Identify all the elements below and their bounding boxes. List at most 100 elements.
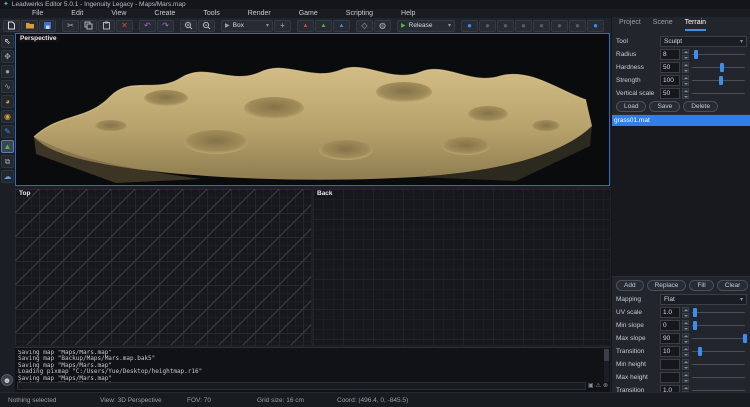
grid-toggle-button[interactable]: ◍ (374, 20, 391, 32)
uv-scale-field[interactable]: 1.0 (660, 307, 680, 318)
model-tool-button[interactable]: ◉ (1, 110, 14, 123)
redo-button[interactable]: ↷ (157, 20, 174, 32)
radius-stepper[interactable] (682, 49, 689, 60)
console-errors-icon[interactable]: ⊗ (603, 383, 608, 389)
tab-project[interactable]: Project (619, 19, 641, 31)
add-button[interactable]: Add (616, 280, 644, 291)
replace-button[interactable]: Replace (647, 280, 687, 291)
console-input[interactable] (17, 382, 586, 390)
open-map-button[interactable] (21, 20, 38, 32)
align-x-button[interactable]: ▲ (297, 20, 314, 32)
slider-thumb[interactable] (743, 334, 747, 343)
move-tool-button[interactable]: ✥ (1, 50, 14, 63)
perspective-viewport[interactable]: Perspective (15, 33, 610, 186)
scrollbar-thumb[interactable] (604, 349, 609, 361)
menu-edit[interactable]: Edit (57, 10, 97, 17)
menu-game[interactable]: Game (285, 10, 332, 17)
snap-toggle-button[interactable]: ◇ (356, 20, 373, 32)
select-tool-button[interactable]: ⇖ (1, 35, 14, 48)
strength-field[interactable]: 100 (660, 75, 680, 86)
clear-button[interactable]: Clear (717, 280, 749, 291)
render-mode-2-button[interactable]: ● (479, 20, 496, 32)
strength-slider[interactable] (691, 75, 747, 86)
fill-button[interactable]: Fill (689, 280, 713, 291)
min-slope-field[interactable]: 0 (660, 320, 680, 331)
terrain-tool-button[interactable]: ▲ (1, 140, 14, 153)
menu-render[interactable]: Render (234, 10, 285, 17)
render-mode-8-button[interactable]: ● (587, 20, 604, 32)
vertical-scale-field[interactable]: 50 (660, 88, 680, 99)
copy-button[interactable] (80, 20, 97, 32)
menu-create[interactable]: Create (140, 10, 189, 17)
save-map-button[interactable] (39, 20, 56, 32)
max-slope-field[interactable]: 90 (660, 333, 680, 344)
render-mode-7-button[interactable]: ● (569, 20, 586, 32)
undo-button[interactable]: ↶ (139, 20, 156, 32)
radius-field[interactable]: 8 (660, 49, 680, 60)
hardness-stepper[interactable] (682, 62, 689, 73)
min-height-stepper[interactable] (682, 359, 689, 370)
new-map-button[interactable] (3, 20, 20, 32)
save-button[interactable]: Save (649, 101, 680, 112)
menu-help[interactable]: Help (387, 10, 429, 17)
flowgraph-tool-button[interactable]: ⧉ (1, 155, 14, 168)
align-y-button[interactable]: ▲ (315, 20, 332, 32)
slider-thumb[interactable] (698, 347, 702, 356)
render-mode-1-button[interactable]: ● (461, 20, 478, 32)
primitive-combo[interactable]: ▶ Box ▾ (221, 20, 273, 32)
tab-terrain[interactable]: Terrain (685, 19, 706, 31)
menu-scripting[interactable]: Scripting (332, 10, 387, 17)
render-mode-3-button[interactable]: ● (497, 20, 514, 32)
slider-thumb[interactable] (694, 50, 698, 59)
material-list-item-selected[interactable]: grass01.mat (612, 115, 750, 126)
max-height-stepper[interactable] (682, 372, 689, 383)
sculpt-tool-button[interactable]: ∿ (1, 80, 14, 93)
console-warnings-icon[interactable]: ⚠ (596, 383, 601, 389)
menu-view[interactable]: View (97, 10, 140, 17)
cut-button[interactable]: ✂ (62, 20, 79, 32)
run-config-combo[interactable]: ▶ Release ▾ (397, 20, 455, 32)
render-mode-4-button[interactable]: ● (515, 20, 532, 32)
add-object-button[interactable]: + (274, 20, 291, 32)
tool-select[interactable]: Sculpt ▾ (660, 36, 747, 47)
zoom-out-button[interactable] (198, 20, 215, 32)
uv-scale-slider[interactable] (691, 307, 747, 318)
slider-thumb[interactable] (693, 308, 697, 317)
sphere-tool-button[interactable]: ● (1, 65, 14, 78)
vertical-scale-stepper[interactable] (682, 88, 689, 99)
uv-scale-stepper[interactable] (682, 307, 689, 318)
hardness-slider[interactable] (691, 62, 747, 73)
max-slope-slider[interactable] (691, 333, 747, 344)
top-viewport[interactable]: Top (15, 189, 311, 345)
slider-thumb[interactable] (720, 63, 724, 72)
transition-field[interactable]: 10 (660, 346, 680, 357)
max-slope-stepper[interactable] (682, 333, 689, 344)
radius-slider[interactable] (691, 49, 747, 60)
zoom-in-button[interactable] (180, 20, 197, 32)
slider-thumb[interactable] (719, 76, 723, 85)
render-mode-5-button[interactable]: ● (533, 20, 550, 32)
mapping-select[interactable]: Flat ▾ (660, 294, 747, 305)
user-avatar[interactable]: ☻ (1, 374, 13, 386)
paste-button[interactable] (98, 20, 115, 32)
material-tool-button[interactable]: ◕ (1, 95, 14, 108)
console-messages-icon[interactable]: ▣ (588, 383, 594, 389)
strength-stepper[interactable] (682, 75, 689, 86)
menu-file[interactable]: File (18, 10, 57, 17)
cloud-tool-button[interactable]: ☁ (1, 170, 14, 183)
console-scrollbar[interactable] (604, 349, 609, 382)
load-button[interactable]: Load (616, 101, 646, 112)
hardness-field[interactable]: 50 (660, 62, 680, 73)
transition-slider[interactable] (691, 346, 747, 357)
delete-button[interactable]: Delete (683, 101, 718, 112)
min-slope-stepper[interactable] (682, 320, 689, 331)
transition-stepper[interactable] (682, 346, 689, 357)
max-height-field[interactable] (660, 372, 680, 383)
slider-thumb[interactable] (693, 321, 697, 330)
align-z-button[interactable]: ▲ (333, 20, 350, 32)
menu-tools[interactable]: Tools (189, 10, 233, 17)
delete-button[interactable]: ✕ (116, 20, 133, 32)
back-viewport[interactable]: Back (313, 189, 610, 345)
render-mode-6-button[interactable]: ● (551, 20, 568, 32)
paint-tool-button[interactable]: ✎ (1, 125, 14, 138)
